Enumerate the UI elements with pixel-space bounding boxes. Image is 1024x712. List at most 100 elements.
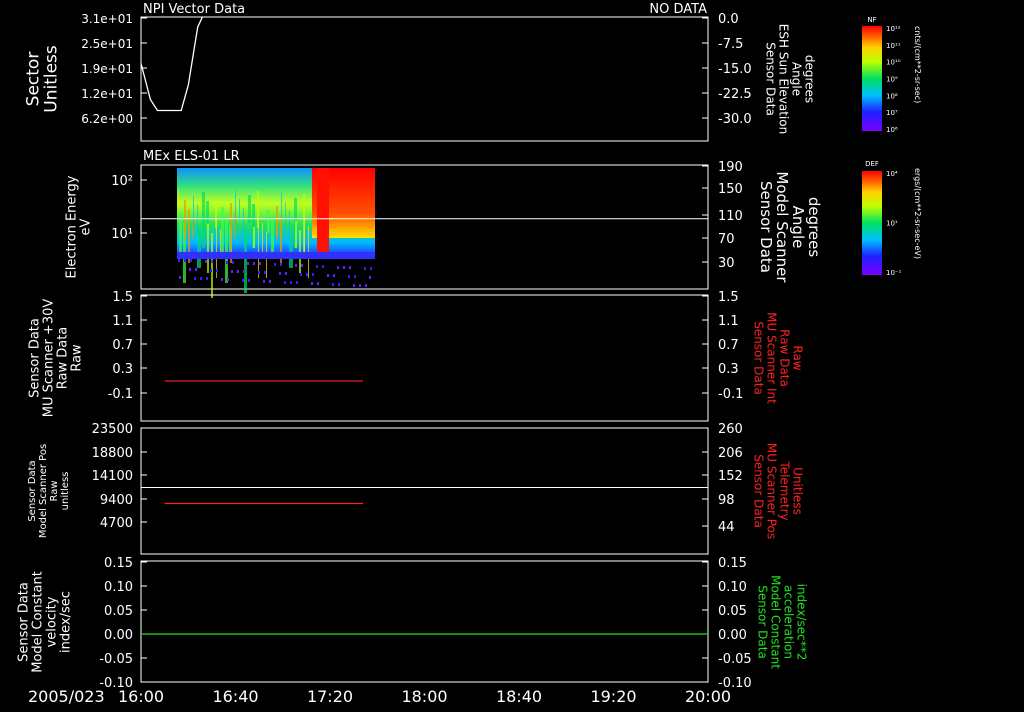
x-tick-label: 18:00 (401, 687, 447, 706)
spectrogram-dot (296, 281, 298, 284)
panel-4-right-ylabel: Sensor Data MU Scanner Pos Telemetry Unitle… (752, 443, 805, 539)
right-ylabel-line: degrees (805, 197, 823, 258)
panel-4-ylabel: Sensor Data Model Scanner Pos Raw unitless (27, 444, 71, 538)
x-axis-date: 2005/023 (28, 687, 105, 706)
spectrogram-dot (226, 261, 228, 264)
left-tick-label: 18800 (92, 446, 133, 461)
colorbar-2-ticks: 10⁴ 10¹ 10⁻¹ (886, 170, 902, 277)
right-ylabel-line: Sensor Data (764, 42, 778, 116)
spectrogram-streak (289, 211, 290, 268)
spectrogram-streak (258, 214, 259, 278)
ylabel-line: eV (78, 218, 93, 235)
ylabel-line: index/sec (58, 591, 73, 653)
colorbar-tick-label: 10⁹ (886, 76, 898, 84)
x-tick-label: 20:00 (685, 687, 731, 706)
spectrogram-dot (195, 268, 197, 271)
spectrogram-dot (359, 284, 361, 287)
spectrogram-streak (304, 217, 305, 253)
spectrogram-dot (269, 280, 271, 283)
spectrogram-streak (198, 228, 201, 268)
left-tick-label: 2.5e+01 (81, 37, 133, 51)
right-ylabel-line: Sensor Data (752, 454, 766, 528)
ylabel-line: Sensor Data (27, 318, 42, 398)
right-ylabel-line: index/sec**2 (795, 584, 809, 661)
colorbar-tick-label: 10¹² (886, 25, 901, 33)
right-tick-label: 0.7 (718, 338, 739, 353)
panel-1-frame (140, 16, 709, 142)
spectrogram-dot (369, 276, 371, 279)
right-ylabel-line: Unitless (791, 467, 805, 515)
spectrogram-dot (189, 268, 191, 271)
panel-3-frame (140, 294, 709, 422)
x-tick-label: 16:00 (118, 687, 164, 706)
left-tick-label: 1.1 (112, 314, 133, 329)
spectrogram-streak (244, 231, 247, 293)
x-axis-ticks: 16:00 16:40 17:20 18:00 18:40 19:20 20:00 (118, 687, 731, 706)
panel-3: 1.5 1.1 0.7 0.3 -0.1 1.5 1.1 0.7 0.3 -0.1 Sensor… (27, 290, 805, 422)
ylabel-line: velocity (44, 596, 59, 647)
ylabel-line: Unitless (42, 45, 62, 113)
spectrogram-dot (227, 278, 229, 281)
spectrogram-dot (327, 274, 329, 277)
spectrogram-dot (333, 274, 335, 277)
right-tick-label: 0.3 (718, 362, 739, 377)
ylabel-line: Electron Energy (64, 175, 79, 278)
x-tick-label: 19:20 (590, 687, 636, 706)
right-ylabel-line: Angle (789, 206, 807, 249)
colorbar-1-unit: cnts/(cm**2-sr-sec) (913, 26, 922, 103)
spectrogram-dot (232, 261, 234, 264)
left-tick-label: 4700 (100, 516, 133, 531)
colorbar-1: NF 10¹² 10¹¹ 10¹⁰ 10⁹ 10⁸ 10⁷ 10⁶ cnts/(cm**2-… (862, 16, 922, 134)
panel-5-frame (140, 560, 709, 683)
right-ylabel-line: MU Scanner Pos (765, 443, 779, 539)
spectrogram-dot (290, 281, 292, 284)
right-tick-label: 0.10 (718, 580, 747, 595)
left-tick-label: -0.1 (108, 387, 133, 402)
ylabel-line: Model Scanner Pos (38, 444, 49, 538)
spectrogram-dot (206, 277, 208, 280)
right-ylabel-line: Sensor Data (752, 321, 766, 395)
spectrogram-dot (210, 269, 212, 272)
spectrogram-dot (364, 267, 366, 270)
spectrogram-dot (237, 270, 239, 273)
ylabel-line: unitless (60, 472, 71, 511)
spectrogram-dot (280, 263, 282, 266)
spectrogram-dot (194, 277, 196, 280)
left-tick-label: 10¹ (111, 227, 133, 242)
panel-1-left-ticks: 3.1e+01 2.5e+01 1.9e+01 1.2e+01 6.2e+00 (81, 12, 147, 126)
right-tick-label: -15.0 (718, 62, 752, 77)
spectrogram-streak (243, 208, 244, 243)
spectrogram-streak (299, 230, 301, 273)
panel-2-left-ticks: 10² 10¹ (111, 174, 147, 242)
x-tick-label: 18:40 (496, 687, 542, 706)
spectrogram-dot (221, 278, 223, 281)
spectrogram-dot (343, 266, 345, 269)
right-ylabel-line: degrees (803, 55, 817, 103)
spectrogram-dot (231, 270, 233, 273)
panel-5-right-ylabel: Sensor Data Model Constant acceleration ind… (756, 575, 809, 669)
spectrogram-streak (207, 224, 209, 273)
spectrogram-dot (247, 262, 249, 265)
spectrogram-dot (248, 279, 250, 282)
right-tick-label: 0.05 (718, 604, 747, 619)
panel-3-right-ylabel: Sensor Data MU Scanner Int Raw Data Raw (752, 312, 805, 404)
panel-5-ylabel: Sensor Data Model Constantvelocity index/s… (16, 571, 73, 673)
left-tick-label: -0.05 (99, 652, 133, 667)
panel-4-frame (140, 427, 709, 555)
colorbar-1-bar (862, 26, 882, 131)
spectrogram-streak (235, 190, 236, 243)
ylabel-line: Sector (24, 52, 44, 107)
spectrogram-burst-core (317, 168, 329, 258)
spectrogram-dot (311, 282, 313, 285)
panel-2-ylabel: Electron Energy eV (64, 175, 93, 278)
spectrogram-dot (211, 260, 213, 263)
right-tick-label: 110 (718, 209, 743, 224)
left-tick-label: 0.15 (104, 556, 133, 571)
panel-1: NPI Vector Data NO DATA 3.1e+01 2.5e+01 1.… (24, 2, 817, 142)
right-tick-label: 260 (718, 422, 743, 437)
spectrogram-dot (243, 270, 245, 273)
right-ylabel-line: Model Constant (769, 575, 783, 669)
spectrogram-streak (281, 193, 282, 218)
right-ylabel-line: Sensor Data (757, 181, 775, 273)
panel-2-right-ylabel: Sensor DataModel ScannerAngledegrees (757, 171, 823, 283)
